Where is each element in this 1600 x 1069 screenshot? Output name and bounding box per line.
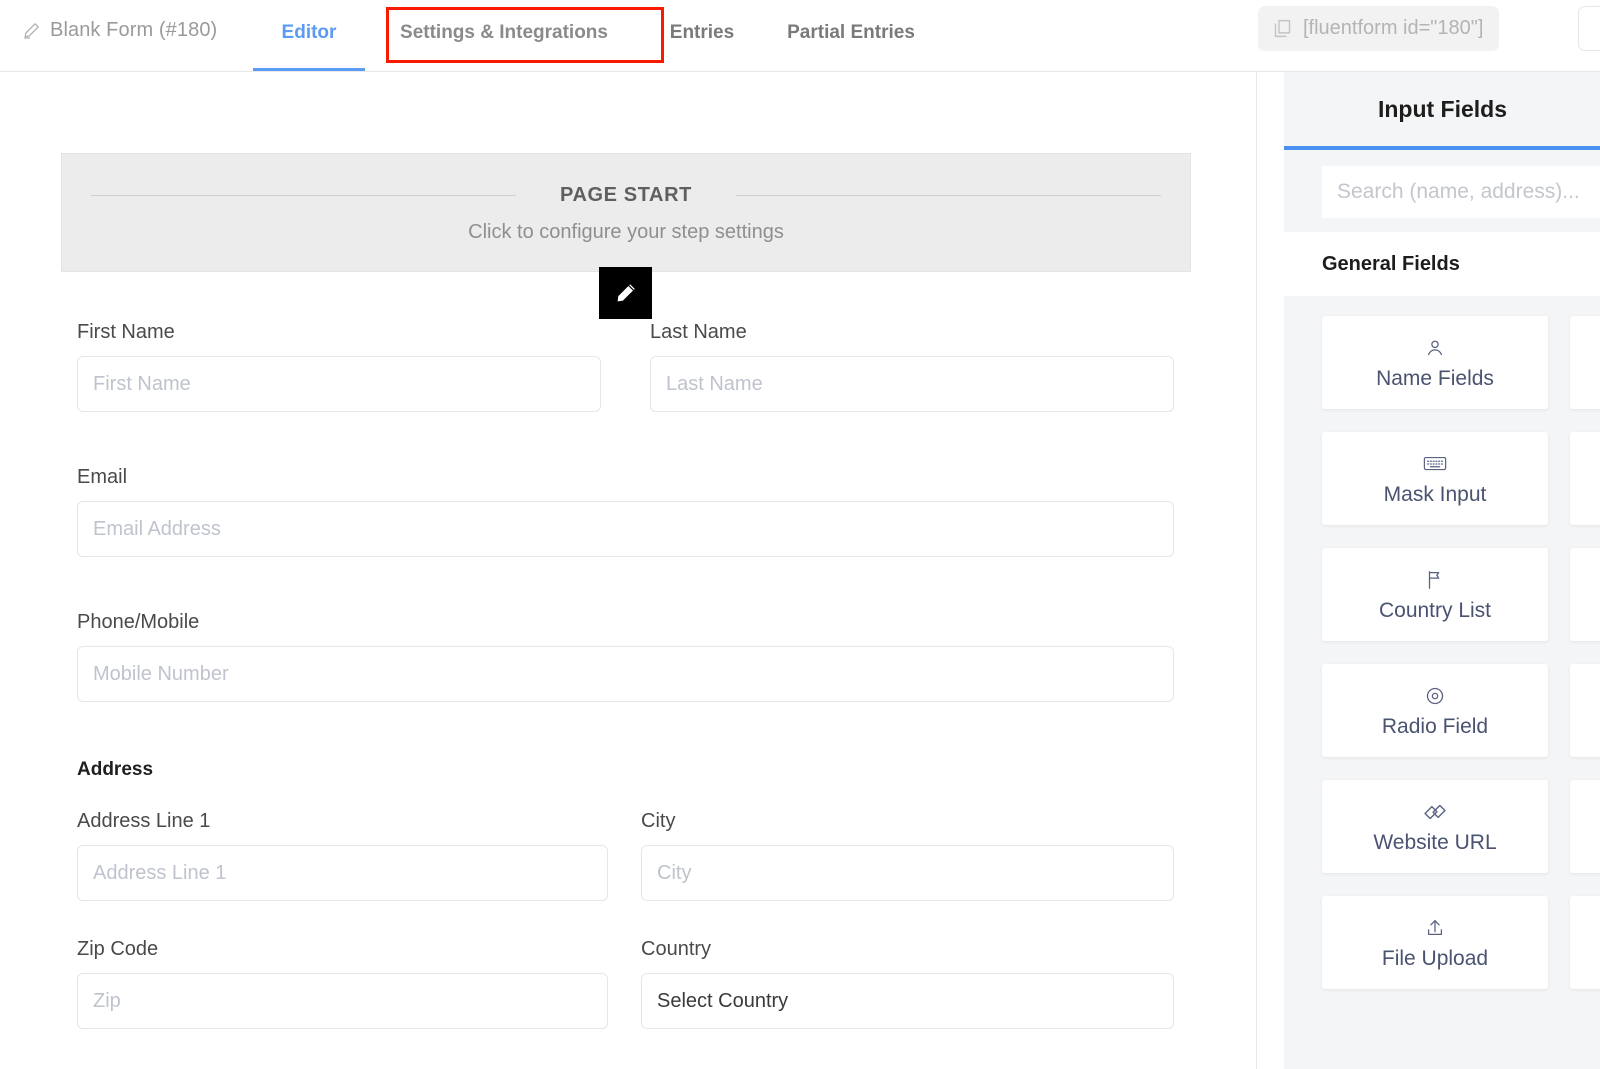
sidebar-group-title-general-fields: General Fields: [1284, 232, 1600, 296]
flag-icon: [1424, 567, 1446, 593]
field-card-label: File Upload: [1381, 946, 1489, 970]
form-title-text: Blank Form (#180): [50, 19, 218, 41]
field-card-label: Mask Input: [1383, 482, 1487, 506]
sidebar-field-grid: Name Fields Mask Input Country List Radi…: [1284, 296, 1600, 1056]
field-card-placeholder[interactable]: [1570, 432, 1600, 525]
field-card-label: Name Fields: [1376, 366, 1494, 390]
input-last-name[interactable]: [650, 356, 1174, 412]
field-card-name-fields[interactable]: Name Fields: [1322, 316, 1548, 409]
field-label-zip-code: Zip Code: [77, 938, 159, 960]
input-fields-sidebar: Input Fields General Fields Name Fields: [1256, 72, 1600, 1069]
field-label-country: Country: [641, 938, 712, 960]
input-zip-code[interactable]: [77, 973, 608, 1029]
tab-entries[interactable]: Entries: [643, 0, 761, 71]
select-country[interactable]: Select Country: [641, 973, 1174, 1029]
field-card-label: Country List: [1378, 598, 1492, 622]
sidebar-title: Input Fields: [1284, 72, 1600, 150]
form-builder-app: Blank Form (#180) Editor Settings & Inte…: [0, 0, 1600, 1069]
tab-editor[interactable]: Editor: [253, 0, 365, 71]
page-start-title: PAGE START: [546, 183, 706, 207]
field-label-address-line-1: Address Line 1: [77, 810, 211, 832]
radio-icon: [1424, 683, 1446, 709]
keyboard-icon: [1423, 451, 1447, 477]
field-label-email: Email: [77, 466, 128, 488]
form-canvas: PAGE START Click to configure your step …: [0, 72, 1256, 1069]
input-city[interactable]: [641, 845, 1174, 901]
field-card-placeholder[interactable]: [1570, 664, 1600, 757]
field-card-country-list[interactable]: Country List: [1322, 548, 1548, 641]
field-card-placeholder[interactable]: [1570, 548, 1600, 641]
section-heading-address: Address: [77, 759, 154, 780]
field-card-label: Website URL: [1373, 830, 1497, 854]
field-card-website-url[interactable]: Website URL: [1322, 780, 1548, 873]
field-label-last-name: Last Name: [650, 321, 747, 343]
field-card-placeholder[interactable]: [1570, 896, 1600, 989]
pencil-cursor-icon: [599, 267, 652, 319]
input-first-name[interactable]: [77, 356, 601, 412]
upload-icon: [1424, 915, 1446, 941]
input-phone[interactable]: [77, 646, 1174, 702]
field-email: Email: [77, 466, 1174, 557]
sidebar-panel: Input Fields General Fields Name Fields: [1284, 72, 1600, 1069]
page-start-subtitle: Click to configure your step settings: [468, 221, 784, 243]
field-city: City: [641, 810, 1174, 901]
field-address-line-1: Address Line 1: [77, 810, 608, 901]
tab-bar: Editor Settings & Integrations Entries P…: [253, 0, 941, 71]
field-card-placeholder[interactable]: [1570, 780, 1600, 873]
input-address-line-1[interactable]: [77, 845, 608, 901]
user-icon: [1424, 335, 1446, 361]
tab-partial-entries[interactable]: Partial Entries: [761, 0, 941, 71]
select-country-value: Select Country: [657, 989, 789, 1012]
field-first-name: First Name: [77, 321, 601, 412]
field-label-first-name: First Name: [77, 321, 175, 343]
field-card-mask-input[interactable]: Mask Input: [1322, 432, 1548, 525]
field-card-radio-field[interactable]: Radio Field: [1322, 664, 1548, 757]
input-email[interactable]: [77, 501, 1174, 557]
link-icon: [1423, 799, 1447, 825]
field-zip-code: Zip Code: [77, 938, 608, 1029]
field-label-city: City: [641, 810, 676, 832]
search-input[interactable]: [1322, 166, 1600, 218]
top-bar: Blank Form (#180) Editor Settings & Inte…: [0, 0, 1600, 72]
field-card-label: Radio Field: [1381, 714, 1489, 738]
field-card-file-upload[interactable]: File Upload: [1322, 896, 1548, 989]
page-start-title-row: PAGE START: [77, 181, 1175, 209]
form-title[interactable]: Blank Form (#180): [22, 19, 217, 42]
shortcode-text: [fluentform id="180"]: [1303, 17, 1484, 39]
pencil-icon: [22, 21, 41, 40]
field-phone: Phone/Mobile: [77, 611, 1174, 702]
page-start-block[interactable]: PAGE START Click to configure your step …: [61, 153, 1191, 272]
tab-settings-integrations[interactable]: Settings & Integrations: [365, 0, 643, 71]
field-last-name: Last Name: [650, 321, 1174, 412]
copy-icon: [1272, 18, 1293, 39]
field-card-placeholder[interactable]: [1570, 316, 1600, 409]
field-label-phone: Phone/Mobile: [77, 611, 200, 633]
shortcode-badge[interactable]: [fluentform id="180"]: [1258, 6, 1500, 51]
field-country: Country Select Country: [641, 938, 1174, 1029]
sidebar-search-wrap: [1284, 150, 1600, 232]
topbar-extra-button[interactable]: [1578, 6, 1600, 51]
